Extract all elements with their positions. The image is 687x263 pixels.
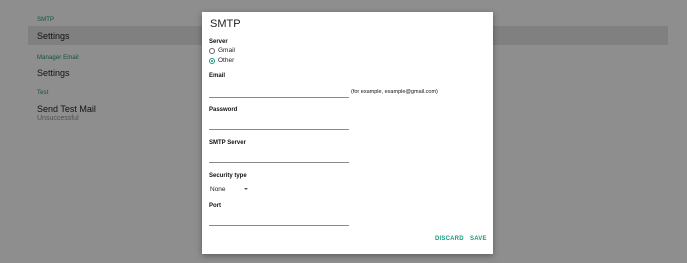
password-label: Password — [209, 107, 238, 113]
email-label: Email — [209, 73, 226, 79]
email-underline — [209, 97, 349, 98]
password-field[interactable] — [209, 118, 349, 128]
port-underline — [209, 225, 349, 226]
smtp-server-underline — [209, 162, 349, 163]
email-field[interactable] — [209, 86, 349, 96]
radio-other-row[interactable]: Other — [209, 57, 234, 64]
smtp-server-label: SMTP Server — [209, 140, 246, 146]
smtp-server-field[interactable] — [209, 151, 349, 161]
email-hint: (for example, example@gmail.com) — [351, 89, 438, 95]
security-type-label: Security type — [209, 173, 247, 179]
save-button[interactable]: SAVE — [470, 236, 487, 242]
server-label: Server — [209, 39, 228, 45]
radio-gmail-label: Gmail — [218, 47, 235, 54]
port-field[interactable] — [209, 214, 349, 224]
dropdown-caret-icon — [243, 188, 248, 190]
radio-gmail[interactable] — [209, 47, 215, 54]
radio-other[interactable] — [209, 57, 215, 64]
radio-gmail-row[interactable]: Gmail — [209, 47, 235, 54]
radio-other-label: Other — [218, 57, 235, 64]
discard-button[interactable]: DISCARD — [435, 236, 464, 242]
smtp-dialog: SMTP Server Gmail Other Email (for examp… — [202, 12, 493, 254]
port-label: Port — [209, 203, 221, 209]
password-underline — [209, 129, 349, 130]
dialog-title: SMTP — [210, 18, 241, 30]
security-type-select[interactable]: None — [210, 184, 260, 194]
security-type-value: None — [210, 185, 226, 193]
